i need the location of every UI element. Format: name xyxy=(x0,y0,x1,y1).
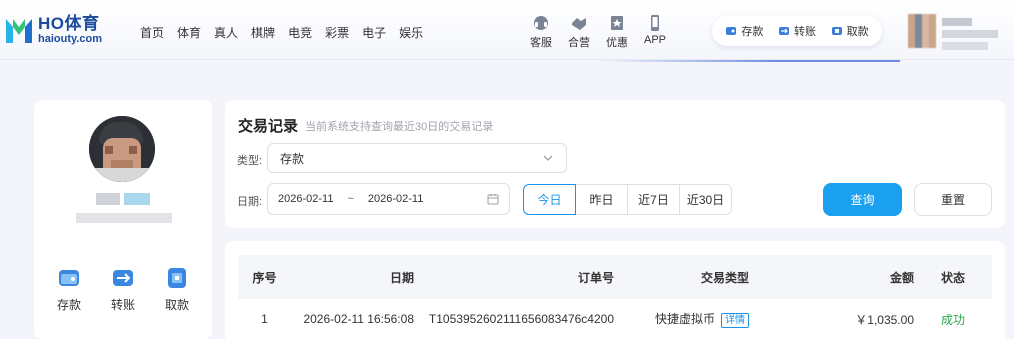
sidebar-transfer-button[interactable]: 转账 xyxy=(103,266,143,313)
col-order-header: 订单号 xyxy=(577,270,614,285)
date-label: 日期: xyxy=(237,196,263,208)
promotion-icon xyxy=(611,16,623,30)
tool-customer-service[interactable]: 客服 xyxy=(522,14,560,50)
calendar-icon[interactable] xyxy=(487,193,499,205)
nav-item-entertainment[interactable]: 娱乐 xyxy=(399,24,423,41)
nav-item-home[interactable]: 首页 xyxy=(140,24,164,41)
detail-link[interactable]: 详情 xyxy=(721,312,749,328)
brand-logo[interactable]: HO体育 haiouty.com xyxy=(4,12,102,48)
user-id-masked xyxy=(76,213,172,223)
deposit-icon xyxy=(59,270,79,286)
transaction-table: 序号 日期 订单号 交易类型 金额 状态 1 2026-02-11 16:56:… xyxy=(225,241,1005,339)
nav-item-esports[interactable]: 电竞 xyxy=(288,24,312,41)
table-row: 1 2026-02-11 16:56:08 T10539526021116560… xyxy=(238,299,992,339)
type-select-value: 存款 xyxy=(280,151,305,166)
header-tools: 客服 合营 优惠 APP xyxy=(522,14,674,50)
top-header: HO体育 haiouty.com 首页 体育 真人 棋牌 电竞 彩票 电子 娱乐… xyxy=(0,0,1014,60)
brand-domain: haiouty.com xyxy=(38,33,102,45)
quick-yesterday-button[interactable]: 昨日 xyxy=(575,184,628,215)
col-amount-header: 金额 xyxy=(889,270,914,285)
cell-order: T1053952602111656083476c4200 xyxy=(428,312,614,326)
transfer-icon xyxy=(113,270,133,286)
deposit-icon xyxy=(726,27,737,35)
cell-index: 1 xyxy=(261,312,268,326)
transfer-icon xyxy=(778,27,789,35)
profile-sidebar: 存款 转账 取款 xyxy=(34,100,212,339)
page-title: 交易记录 xyxy=(238,118,299,135)
col-type-header: 交易类型 xyxy=(700,270,749,285)
date-range-picker[interactable]: 2026-02-11 ~ 2026-02-11 xyxy=(267,183,510,215)
tool-promotion[interactable]: 优惠 xyxy=(598,14,636,50)
nav-item-lottery[interactable]: 彩票 xyxy=(325,24,349,41)
header-deposit-button[interactable]: 存款 xyxy=(725,23,763,39)
user-avatar xyxy=(908,14,936,48)
date-end[interactable]: 2026-02-11 xyxy=(368,193,423,205)
tool-partnership[interactable]: 合营 xyxy=(560,14,598,50)
sidebar-deposit-button[interactable]: 存款 xyxy=(49,266,89,313)
sidebar-actions: 存款 转账 取款 xyxy=(34,266,212,313)
reset-button[interactable]: 重置 xyxy=(914,183,992,216)
withdraw-icon xyxy=(831,27,842,35)
date-separator: ~ xyxy=(347,193,354,205)
chevron-down-icon xyxy=(543,155,553,161)
nav-item-chess[interactable]: 棋牌 xyxy=(251,24,275,41)
quick-today-button[interactable]: 今日 xyxy=(523,184,576,215)
cell-amount: ￥1,035.00 xyxy=(855,312,914,327)
brand-name: HO体育 xyxy=(38,14,100,33)
transaction-filter-panel: 交易记录 当前系统支持查询最近30日的交易记录 类型: 存款 日期: 2026-… xyxy=(225,100,1005,228)
type-label: 类型: xyxy=(237,155,263,167)
cell-type: 快捷虚拟币 详情 xyxy=(614,310,749,328)
wallet-bar: 存款 转账 取款 xyxy=(712,16,882,46)
user-account-menu[interactable] xyxy=(902,12,1014,60)
partnership-icon xyxy=(572,18,586,30)
quick-date-group: 今日 昨日 近7日 近30日 xyxy=(523,184,732,215)
col-index-header: 序号 xyxy=(252,270,277,285)
username-masked xyxy=(96,193,120,205)
mobile-app-icon xyxy=(651,15,659,31)
header-transfer-button[interactable]: 转账 xyxy=(778,23,816,39)
header-withdraw-button[interactable]: 取款 xyxy=(831,23,869,39)
brand-logo-mark xyxy=(4,13,34,47)
nav-item-slots[interactable]: 电子 xyxy=(362,24,386,41)
nav-item-live[interactable]: 真人 xyxy=(214,24,238,41)
avatar[interactable] xyxy=(89,116,155,182)
cell-date: 2026-02-11 16:56:08 xyxy=(303,312,414,326)
date-start[interactable]: 2026-02-11 xyxy=(278,193,333,205)
main-nav: 首页 体育 真人 棋牌 电竞 彩票 电子 娱乐 xyxy=(140,24,436,41)
type-select[interactable]: 存款 xyxy=(267,143,567,173)
quick-7days-button[interactable]: 近7日 xyxy=(627,184,680,215)
sidebar-withdraw-button[interactable]: 取款 xyxy=(157,266,197,313)
col-date-header: 日期 xyxy=(389,270,414,285)
page-note: 当前系统支持查询最近30日的交易记录 xyxy=(305,121,494,133)
table-header: 序号 日期 订单号 交易类型 金额 状态 xyxy=(238,255,992,299)
tool-app[interactable]: APP xyxy=(636,14,674,50)
quick-30days-button[interactable]: 近30日 xyxy=(679,184,732,215)
cell-type-text: 快捷虚拟币 xyxy=(654,312,715,327)
header-underline xyxy=(600,60,900,62)
nav-item-sports[interactable]: 体育 xyxy=(177,24,201,41)
customer-service-icon xyxy=(534,16,548,30)
col-status-header: 状态 xyxy=(940,270,965,285)
cell-status: 成功 xyxy=(940,312,965,327)
query-button[interactable]: 查询 xyxy=(823,183,902,216)
withdraw-icon xyxy=(168,268,186,288)
